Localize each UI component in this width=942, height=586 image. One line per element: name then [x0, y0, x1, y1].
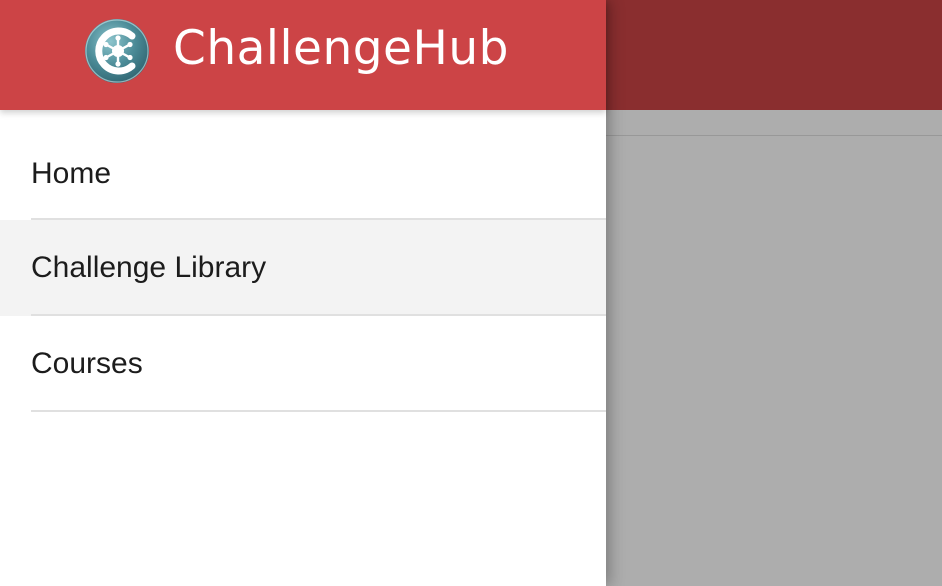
- nav-item-label: Challenge Library: [31, 251, 267, 284]
- app-root: ChallengeHub Home Challenge Library Cour…: [0, 0, 942, 586]
- divider: [31, 410, 606, 412]
- drawer-header: ChallengeHub: [0, 0, 606, 110]
- challengehub-logo-icon: [84, 18, 150, 84]
- nav-item-label: Home: [31, 157, 112, 190]
- nav-item-courses[interactable]: Courses: [0, 316, 606, 412]
- nav-item-home[interactable]: Home: [0, 110, 606, 220]
- brand-name[interactable]: ChallengeHub: [173, 18, 509, 80]
- nav-list: Home Challenge Library Courses: [0, 110, 606, 412]
- navigation-drawer: ChallengeHub Home Challenge Library Cour…: [0, 0, 606, 586]
- nav-item-label: Courses: [31, 347, 143, 380]
- nav-item-challenge-library[interactable]: Challenge Library: [0, 220, 606, 316]
